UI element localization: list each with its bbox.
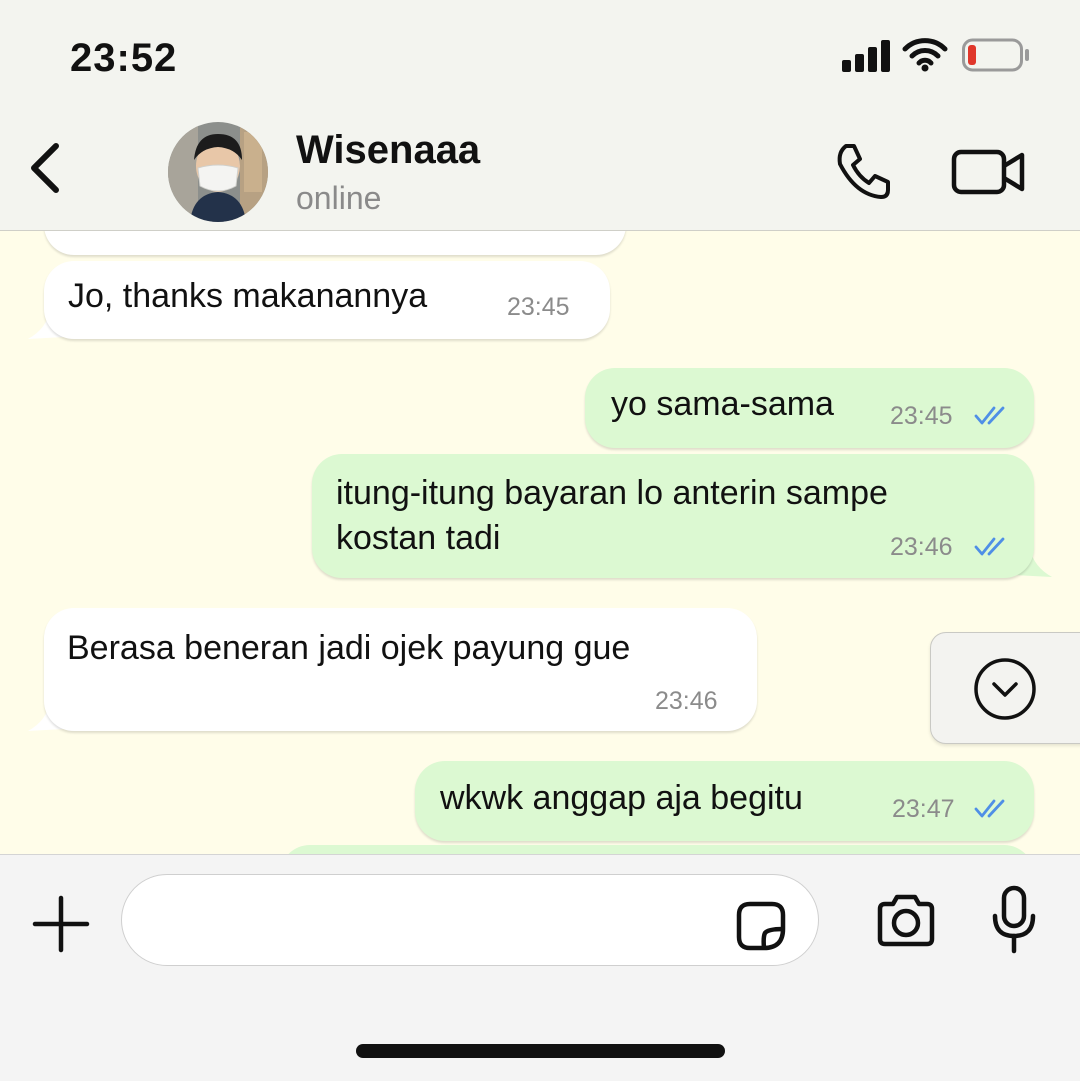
- battery-low-icon: [962, 38, 1029, 72]
- message-text: Berasa beneran jadi ojek payung gue: [67, 629, 631, 667]
- message-bubble-outgoing[interactable]: yo sama-sama 23:45: [585, 368, 1034, 448]
- message-text: Jo, thanks makanannya: [68, 277, 428, 315]
- status-time: 23:52: [70, 36, 178, 80]
- status-bar: 23:52: [0, 0, 1080, 110]
- composer-bar: [0, 854, 1080, 1081]
- camera-icon[interactable]: [874, 891, 938, 951]
- message-time: 23:46: [890, 533, 953, 561]
- video-camera-icon[interactable]: [950, 144, 1028, 200]
- message-time: 23:45: [507, 293, 570, 321]
- message-bubble-partial: [280, 845, 1034, 854]
- back-chevron-icon[interactable]: [24, 138, 68, 198]
- message-bubble-outgoing[interactable]: wkwk anggap aja begitu 23:47: [415, 761, 1034, 841]
- message-text: yo sama-sama: [611, 385, 834, 423]
- message-text-line: kostan tadi: [336, 519, 501, 557]
- message-bubble-partial: [44, 231, 626, 255]
- message-bubble-incoming[interactable]: Berasa beneran jadi ojek payung gue 23:4…: [44, 608, 757, 731]
- plus-icon[interactable]: [30, 893, 92, 955]
- chat-header: Wisenaaa online: [0, 110, 1080, 231]
- read-ticks-icon: [974, 799, 1005, 818]
- microphone-icon[interactable]: [990, 885, 1038, 955]
- message-bubble-incoming[interactable]: Jo, thanks makanannya 23:45: [44, 261, 610, 339]
- contact-status: online: [296, 180, 382, 216]
- contact-avatar[interactable]: [168, 122, 268, 222]
- chevron-down-icon: [974, 658, 1036, 720]
- message-input[interactable]: [121, 874, 819, 966]
- message-text: wkwk anggap aja begitu: [440, 779, 803, 817]
- home-indicator[interactable]: [356, 1044, 725, 1058]
- contact-name[interactable]: Wisenaaa: [296, 128, 480, 173]
- read-ticks-icon: [974, 537, 1005, 556]
- message-list[interactable]: Jo, thanks makanannya 23:45 yo sama-sama…: [0, 231, 1080, 854]
- message-text-field[interactable]: [152, 895, 716, 947]
- message-time: 23:47: [892, 795, 955, 823]
- read-ticks-icon: [974, 406, 1005, 425]
- scroll-to-bottom-button[interactable]: [930, 632, 1080, 744]
- message-time: 23:46: [655, 687, 718, 715]
- wifi-icon: [902, 38, 948, 72]
- sticker-icon[interactable]: [734, 899, 788, 953]
- message-bubble-outgoing[interactable]: itung-itung bayaran lo anterin sampe kos…: [312, 454, 1034, 578]
- phone-icon[interactable]: [832, 140, 894, 202]
- message-time: 23:45: [890, 402, 953, 430]
- message-text-line: itung-itung bayaran lo anterin sampe: [336, 474, 888, 512]
- cellular-signal-icon: [842, 38, 892, 72]
